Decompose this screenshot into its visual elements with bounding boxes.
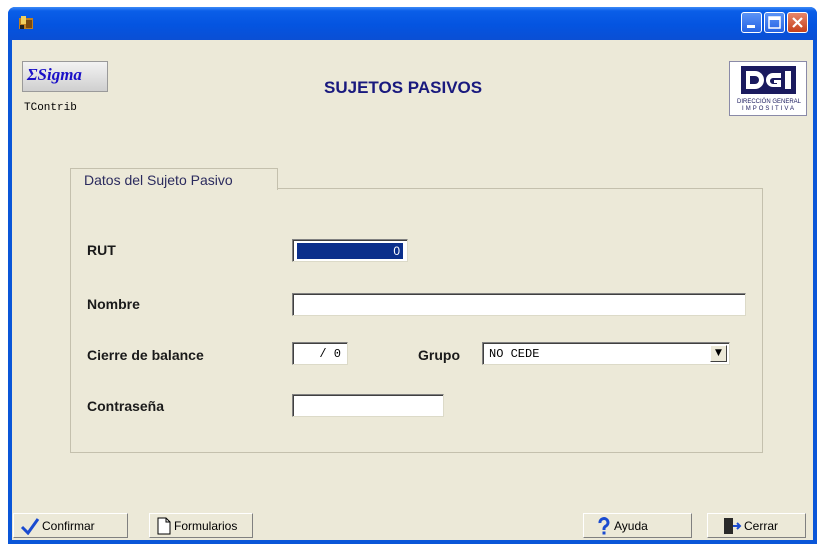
dgi-logo: DIRECCIÓN GENERAL IMPOSITIVA [729,61,807,116]
minimize-icon [747,25,755,28]
rut-label: RUT [87,242,116,258]
contrasena-label: Contraseña [87,398,165,414]
ayuda-button[interactable]: Ayuda [583,513,692,538]
button-bar: Confirmar Formularios Ayuda Cerrar [12,511,813,540]
confirmar-label: Confirmar [42,518,95,533]
cierre-value: / 0 [319,347,341,361]
chevron-down-icon: ▼ [715,348,722,358]
dgi-line2: IMPOSITIVA [742,106,796,112]
maximize-icon [768,16,781,29]
ayuda-label: Ayuda [614,518,648,533]
group-title: Datos del Sujeto Pasivo [70,168,278,190]
minimize-button[interactable] [741,12,762,33]
contrasena-field[interactable] [292,394,444,417]
close-button[interactable] [787,12,808,33]
maximize-button[interactable] [764,12,785,33]
rut-value: 0 [297,243,403,259]
cerrar-label: Cerrar [744,518,779,533]
client-area: ΣSigma TContrib SUJETOS PASIVOS DIRECCIÓ… [12,40,813,540]
nombre-field[interactable] [292,293,746,316]
formularios-label: Formularios [174,518,238,533]
dgi-line1: DIRECCIÓN GENERAL [736,99,801,105]
document-icon [157,517,171,534]
exit-door-icon [724,517,742,534]
help-icon [598,516,610,534]
grupo-select[interactable]: NO CEDE ▼ [482,342,730,365]
nombre-label: Nombre [87,296,140,312]
close-icon [792,17,803,28]
app-icon[interactable] [18,15,34,31]
rut-field[interactable]: 0 [292,239,408,262]
dgi-letters-graphic [746,71,791,89]
check-icon [20,517,40,535]
cerrar-button[interactable]: Cerrar [707,513,806,538]
form-code: TContrib [24,102,77,114]
sigma-logo: ΣSigma [22,61,108,92]
grupo-dropdown-button[interactable]: ▼ [710,345,727,362]
page-title: SUJETOS PASIVOS [324,78,483,97]
grupo-value: NO CEDE [489,347,540,361]
grupo-label: Grupo [418,347,460,363]
cierre-label: Cierre de balance [87,347,204,363]
title-bar[interactable] [8,7,817,40]
confirmar-button[interactable]: Confirmar [13,513,128,538]
cierre-field[interactable]: / 0 [292,342,348,365]
dgi-logo-mark [741,66,796,94]
formularios-button[interactable]: Formularios [149,513,253,538]
sigma-logo-text: ΣSigma [27,65,82,84]
app-window: ΣSigma TContrib SUJETOS PASIVOS DIRECCIÓ… [8,7,817,544]
